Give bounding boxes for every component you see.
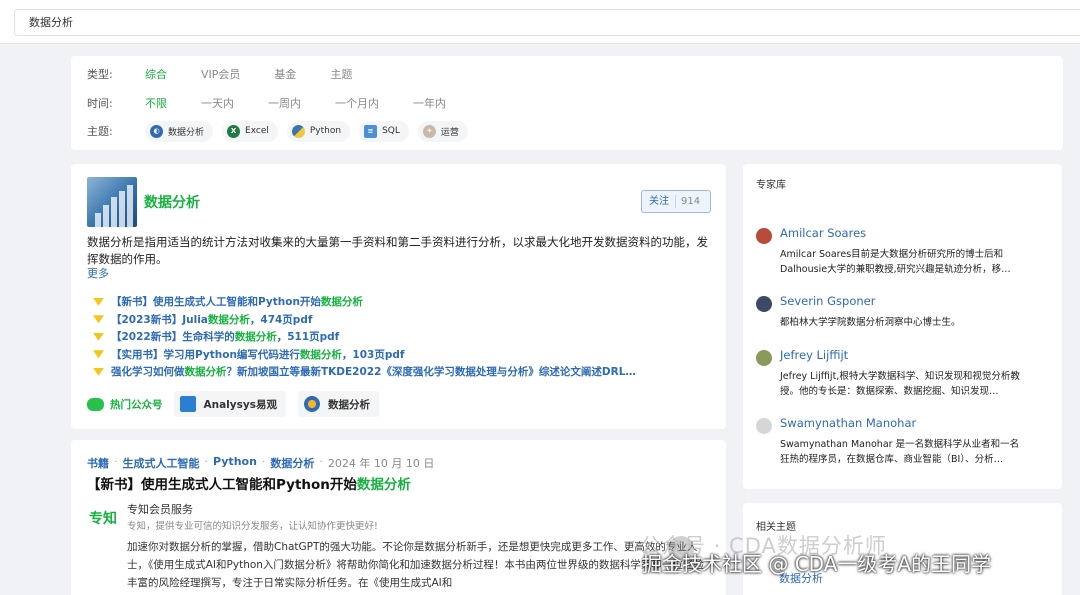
article-date: 2024 年 10 月 10 日 bbox=[327, 457, 435, 470]
diamond-icon bbox=[93, 367, 104, 376]
topic-link-item[interactable]: 【2023新书】Julia 数据分析 ，474页pdf bbox=[93, 311, 636, 329]
avatar[interactable] bbox=[756, 296, 772, 312]
breadcrumb: 书籍 · 生成式人工智能 · Python · 数据分析 · 2024 年 10 月 1… bbox=[87, 455, 435, 471]
expert-bio: 都柏林大学学院数据分析洞察中心博士生。 bbox=[780, 317, 961, 328]
operations-icon: ✦ bbox=[422, 124, 436, 138]
follow-label: 关注 bbox=[642, 195, 676, 208]
topic-link-item[interactable]: 【实用书】学习用Python编写代码进行 数据分析 ，103页pdf bbox=[93, 346, 636, 364]
cda-logo-icon bbox=[303, 396, 320, 412]
diamond-icon bbox=[93, 332, 104, 341]
topic-link-item[interactable]: 【2022新书】生命科学的 数据分析 ，511页pdf bbox=[93, 328, 636, 346]
topic-filter-row: 主题: ◐ 数据分析 X Excel Python ≡ SQL ✦ 运营 bbox=[87, 120, 477, 142]
topic-chip-label: Python bbox=[309, 126, 342, 136]
chart-icon: ◐ bbox=[150, 124, 163, 138]
source-logo: 专知 bbox=[89, 511, 117, 527]
crumb-python[interactable]: Python bbox=[213, 455, 257, 471]
expert-panel-heading: 专家库 bbox=[756, 180, 786, 191]
time-option-year[interactable]: 一年内 bbox=[413, 95, 446, 111]
time-filter-row: 时间: 不限 一天内 一周内 一个月内 一年内 bbox=[87, 93, 480, 113]
more-link[interactable]: 更多 bbox=[87, 265, 109, 281]
topic-link-item[interactable]: 【新书】使用生成式人工智能和Python开始 数据分析 bbox=[93, 293, 636, 311]
diamond-icon bbox=[93, 297, 104, 306]
watermark-caption: 掘金技术社区 @ CDA一级考A的王同学 bbox=[642, 552, 992, 576]
time-option-any[interactable]: 不限 bbox=[145, 95, 167, 111]
account-data-analysis[interactable]: 数据分析 bbox=[297, 391, 379, 417]
expert-bio: Amilcar Soares目前是大数据分析研究所的博士后和Dalhousie大… bbox=[780, 249, 1011, 275]
topic-link-item[interactable]: 强化学习如何做 数据分析 ？新加坡国立等最新TKDE2022《深度强化学习数据处理与… bbox=[93, 363, 636, 381]
time-filter-label: 时间: bbox=[87, 97, 113, 110]
wechat-icon bbox=[87, 397, 104, 411]
diamond-icon bbox=[93, 350, 104, 359]
topic-chip-label: SQL bbox=[382, 126, 400, 136]
source-subtitle: 专知，提供专业可信的知识分发服务，让认知协作更快更好! bbox=[127, 521, 378, 532]
topic-chip-data-analysis[interactable]: ◐ 数据分析 bbox=[145, 120, 214, 142]
top-bar: 数据分析 bbox=[0, 0, 1080, 44]
crumb-books[interactable]: 书籍 bbox=[87, 455, 109, 471]
type-option-vip[interactable]: VIP会员 bbox=[201, 66, 240, 82]
topic-chip-ops[interactable]: ✦ 运营 bbox=[417, 120, 468, 142]
type-filter-row: 类型: 综合 VIP会员 基金 主题 bbox=[87, 64, 386, 84]
avatar[interactable] bbox=[756, 350, 772, 366]
search-input[interactable]: 数据分析 bbox=[14, 9, 1080, 36]
crumb-data-analysis[interactable]: 数据分析 bbox=[270, 455, 314, 471]
topic-chip-label: Excel bbox=[245, 126, 269, 136]
expert-name[interactable]: Jefrey Lijffijt bbox=[780, 348, 848, 362]
topic-description: 数据分析是指用适当的统计方法对收集来的大量第一手资料和第二手资料进行分析，以求最… bbox=[87, 235, 708, 266]
filter-panel: 类型: 综合 VIP会员 基金 主题 时间: 不限 一天内 一周内 一个月内 一… bbox=[71, 56, 1063, 150]
avatar[interactable] bbox=[756, 228, 772, 244]
topic-chip-label: 运营 bbox=[440, 127, 459, 138]
article-card: 书籍 · 生成式人工智能 · Python · 数据分析 · 2024 年 10 月 1… bbox=[71, 440, 726, 595]
type-option-all[interactable]: 综合 bbox=[145, 66, 167, 82]
sql-icon: ≡ bbox=[364, 124, 378, 138]
time-option-day[interactable]: 一天内 bbox=[201, 95, 234, 111]
expert-panel: 专家库 Amilcar Soares Amilcar Soares目前是大数据分… bbox=[743, 164, 1062, 489]
expert-name[interactable]: Swamynathan Manohar bbox=[780, 416, 916, 430]
topic-title[interactable]: 数据分析 bbox=[144, 192, 200, 212]
type-option-topic[interactable]: 主题 bbox=[330, 66, 352, 82]
topic-chip-sql[interactable]: ≡ SQL bbox=[359, 120, 409, 142]
topic-image bbox=[87, 177, 137, 227]
topic-chip-label: 数据分析 bbox=[168, 127, 205, 138]
article-excerpt: 加速你对数据分析的掌握，借助ChatGPT的强大功能。不论你是数据分析新手，还是… bbox=[127, 541, 704, 589]
python-icon bbox=[291, 124, 305, 138]
topic-filter-label: 主题: bbox=[87, 125, 113, 138]
excel-icon: X bbox=[227, 124, 241, 138]
account-analysys[interactable]: Analysys易观 bbox=[173, 391, 286, 417]
time-option-month[interactable]: 一个月内 bbox=[335, 95, 379, 111]
crumb-genai[interactable]: 生成式人工智能 bbox=[123, 455, 200, 471]
article-title[interactable]: 【新书】使用生成式人工智能和Python开始数据分析 bbox=[87, 473, 411, 493]
topic-chip-excel[interactable]: X Excel bbox=[222, 120, 278, 142]
follow-button[interactable]: 关注 914 bbox=[641, 190, 711, 213]
hot-accounts-label: 热门公众号 bbox=[87, 397, 163, 412]
type-filter-label: 类型: bbox=[87, 68, 113, 81]
topic-card: 数据分析 关注 914 数据分析是指用适当的统计方法对收集来的大量第一手资料和第… bbox=[71, 164, 726, 429]
expert-name[interactable]: Amilcar Soares bbox=[780, 226, 866, 240]
analysys-logo-icon bbox=[179, 396, 196, 412]
follow-count: 914 bbox=[681, 196, 701, 207]
type-option-fund[interactable]: 基金 bbox=[274, 66, 296, 82]
expert-name[interactable]: Severin Gsponer bbox=[780, 294, 875, 308]
diamond-icon bbox=[93, 315, 104, 324]
expert-bio: Jefrey Lijffijt,根特大学数据科学、知识发现和视觉分析教授。他的专… bbox=[780, 371, 1020, 397]
avatar[interactable] bbox=[756, 418, 772, 434]
expert-bio: Swamynathan Manohar 是一名数据科学从业者和一名狂热的程序员，… bbox=[780, 439, 1020, 465]
source-name[interactable]: 专知会员服务 bbox=[127, 501, 193, 517]
time-option-week[interactable]: 一周内 bbox=[268, 95, 301, 111]
topic-chip-python[interactable]: Python bbox=[286, 120, 351, 142]
promo-row: 热门公众号 Analysys易观 数据分析 bbox=[87, 391, 391, 417]
topic-link-list: 【新书】使用生成式人工智能和Python开始 数据分析 【2023新书】Julia… bbox=[93, 293, 636, 381]
